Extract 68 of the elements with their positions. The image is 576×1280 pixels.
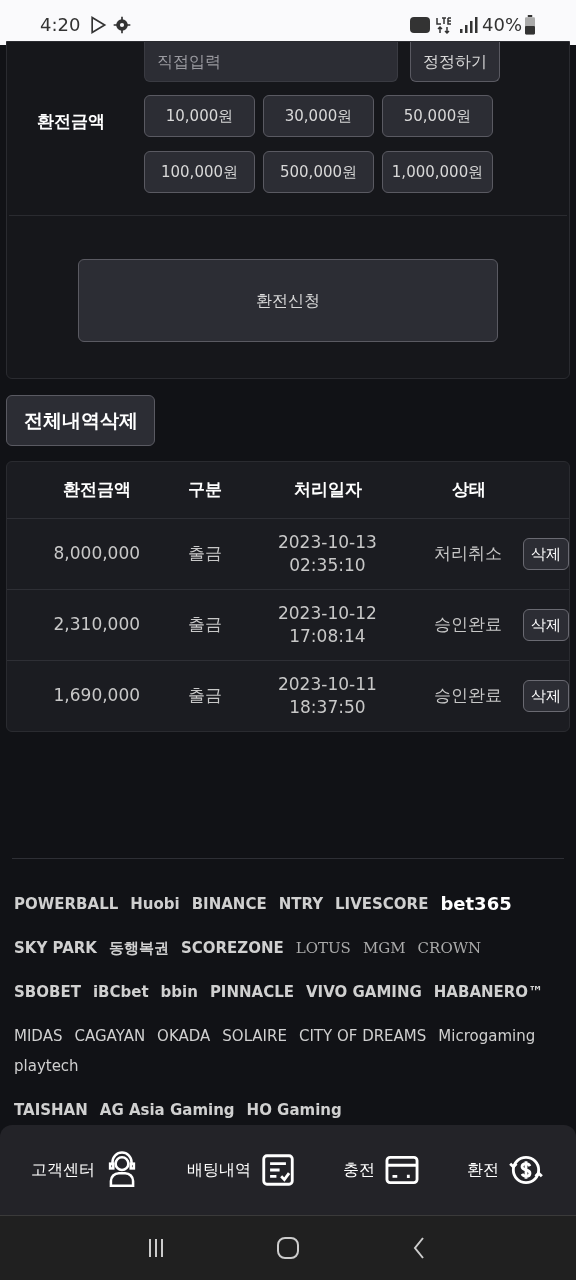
amount-preset-button[interactable]: 500,000원	[263, 151, 374, 194]
amount-preset-button[interactable]: 1,000,000원	[382, 151, 493, 194]
delete-row-button[interactable]: 삭제	[523, 608, 569, 641]
battery-percent: 40%	[482, 13, 522, 38]
partner-logo: LOTUS	[295, 937, 351, 959]
partner-logo: OKADA	[157, 1025, 211, 1047]
table-cell-text: 1,690,000	[52, 684, 142, 708]
partner-logo: HO Gaming	[246, 1099, 342, 1121]
signal-icon	[458, 14, 478, 35]
table-cell-text: 승인완료	[433, 684, 504, 708]
lte-icon	[434, 14, 454, 35]
bottom-nav-item[interactable]: 충전	[343, 1151, 421, 1190]
column-header: 상태	[451, 478, 487, 502]
table-cell-text: 2,310,000	[52, 613, 142, 637]
table-cell-text: 출금	[186, 613, 223, 637]
partner-logo: AG Asia Gaming	[99, 1099, 235, 1121]
partner-logo: SBOBET	[14, 981, 81, 1003]
amount-label: 환전금액	[36, 110, 106, 134]
table-cell-text: 출금	[186, 542, 223, 566]
delete-row-button[interactable]: 삭제	[523, 679, 569, 712]
battery-icon	[524, 14, 536, 35]
partner-logo: Huobi	[130, 893, 180, 915]
partner-logo: VIVO GAMING	[306, 981, 422, 1003]
table-cell-text: 출금	[186, 684, 223, 708]
amount-input-field[interactable]: 직접입력	[144, 42, 398, 83]
amount-preset-button[interactable]: 50,000원	[382, 95, 493, 138]
partner-logo: BINANCE	[191, 893, 267, 915]
delete-row-button[interactable]: 삭제	[523, 537, 569, 570]
partner-logo: PINNACLE	[209, 981, 294, 1003]
table-cell-text: 승인완료	[433, 613, 504, 637]
partner-logo: MIDAS	[14, 1025, 63, 1047]
partner-logo: Microgaming	[438, 1025, 536, 1047]
partner-logo: POWERBALL	[14, 893, 119, 915]
status-time: 4:20	[40, 13, 81, 38]
table-cell-text: 처리취소	[433, 542, 504, 566]
partner-logo: bbin	[160, 981, 198, 1003]
amount-preset-button[interactable]: 100,000원	[144, 151, 255, 194]
table-cell-text: 2023-10-11 18:37:50	[277, 672, 378, 719]
column-header: 구분	[187, 478, 223, 502]
table-cell-text: 2023-10-13 02:35:10	[277, 530, 378, 577]
table-cell-text: 2023-10-12 17:08:14	[277, 601, 378, 648]
partner-logo: LIVESCORE	[335, 893, 429, 915]
bottom-nav-item[interactable]: 배팅내역	[187, 1151, 297, 1190]
partner-logo: SCOREZONE	[180, 937, 284, 959]
partner-logo: TAISHAN	[14, 1099, 88, 1121]
home-icon[interactable]	[276, 1236, 300, 1261]
partner-logo: CITY OF DREAMS	[298, 1025, 427, 1047]
amount-preset-button[interactable]: 10,000원	[144, 95, 255, 138]
bottom-nav-item[interactable]: 고객센터	[31, 1151, 141, 1190]
correct-button[interactable]: 정정하기	[410, 42, 500, 83]
partner-logo: MGM	[362, 937, 406, 959]
partner-logo: SOLAIRE	[222, 1025, 287, 1047]
submit-exchange-button[interactable]: 환전신청	[78, 259, 498, 343]
partner-logo: iBCbet	[92, 981, 149, 1003]
column-header: 처리일자	[293, 478, 363, 502]
partner-logo: SKY PARK	[14, 937, 97, 959]
partner-logo: NTRY	[278, 893, 324, 915]
bottom-nav-item[interactable]: 환전	[467, 1151, 545, 1190]
column-header: 환전금액	[62, 478, 132, 502]
partner-logo: CAGAYAN	[74, 1025, 146, 1047]
delete-all-button[interactable]: 전체내역삭제	[6, 394, 155, 446]
partner-logo: HABANERO™	[433, 981, 544, 1003]
partner-logo: CROWN	[417, 937, 482, 959]
partner-logo: bet365	[440, 891, 512, 916]
amount-preset-button[interactable]: 30,000원	[263, 95, 374, 138]
partner-logo: playtech	[14, 1055, 79, 1077]
table-cell-text: 8,000,000	[52, 542, 142, 566]
partner-logo: 동행복권	[108, 937, 169, 959]
